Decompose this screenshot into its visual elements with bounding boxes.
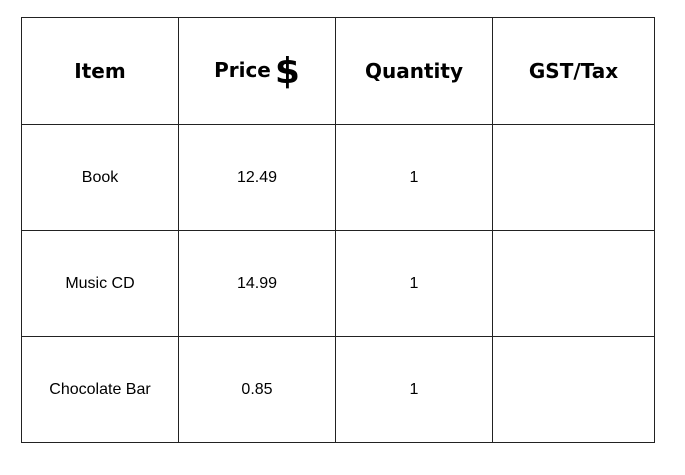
- cell-item: Chocolate Bar: [21, 336, 179, 443]
- header-tax: GST/Tax: [492, 17, 655, 125]
- cell-quantity: 1: [335, 124, 493, 231]
- cell-quantity: 1: [335, 336, 493, 443]
- cell-item: Music CD: [21, 230, 179, 337]
- header-row: Item Price $ Quantity GST/Tax: [21, 17, 655, 125]
- price-table: Item Price $ Quantity GST/Tax Book 12.49 …: [21, 17, 655, 443]
- table-row: Chocolate Bar 0.85 1: [21, 336, 655, 443]
- dollar-sign: $: [274, 50, 300, 92]
- table-row: Music CD 14.99 1: [21, 230, 655, 337]
- header-quantity: Quantity: [335, 17, 493, 125]
- header-item-label: Item: [74, 59, 126, 83]
- cell-price: 0.85: [178, 336, 336, 443]
- cell-price: 12.49: [178, 124, 336, 231]
- header-tax-label: GST/Tax: [528, 59, 619, 83]
- cell-tax[interactable]: [492, 336, 655, 443]
- header-price-label: Price: [214, 57, 271, 82]
- header-price: Price $: [178, 17, 336, 125]
- cell-price: 14.99: [178, 230, 336, 337]
- cell-tax[interactable]: [492, 230, 655, 337]
- header-quantity-label: Quantity: [365, 59, 463, 83]
- cell-quantity: 1: [335, 230, 493, 337]
- cell-item: Book: [21, 124, 179, 231]
- table-row: Book 12.49 1: [21, 124, 655, 231]
- header-item: Item: [21, 17, 179, 125]
- cell-tax[interactable]: [492, 124, 655, 231]
